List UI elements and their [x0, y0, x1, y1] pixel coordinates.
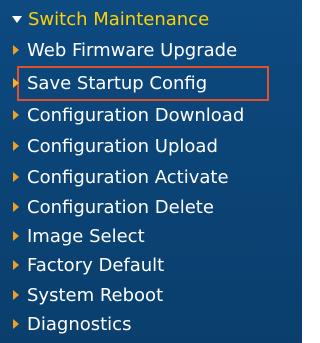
caret-right-icon — [13, 319, 19, 329]
menu-item-save-startup-config[interactable]: Save Startup Config — [13, 69, 207, 97]
menu-item-system-reboot[interactable]: System Reboot — [13, 281, 163, 309]
caret-right-icon — [13, 260, 19, 270]
menu-item-factory-default[interactable]: Factory Default — [13, 251, 164, 279]
menu-item-configuration-download[interactable]: Configuration Download — [13, 101, 244, 129]
caret-right-icon — [13, 231, 19, 241]
menu-item-configuration-upload[interactable]: Configuration Upload — [13, 132, 218, 160]
menu-item-label: Factory Default — [27, 254, 165, 276]
menu-item-label: Save Startup Config — [27, 72, 208, 94]
menu-item-label: Configuration Activate — [27, 166, 229, 188]
menu-item-configuration-activate[interactable]: Configuration Activate — [13, 163, 229, 191]
caret-right-icon — [13, 141, 19, 151]
caret-right-icon — [13, 172, 19, 182]
caret-right-icon — [13, 78, 19, 88]
caret-right-icon — [13, 110, 19, 120]
menu-item-label: Web Firmware Upgrade — [27, 39, 238, 61]
caret-right-icon — [13, 290, 19, 300]
menu-item-label: Image Select — [27, 225, 145, 247]
menu-item-label: Diagnostics — [27, 313, 132, 335]
caret-right-icon — [13, 45, 19, 55]
menu-item-label: System Reboot — [27, 284, 164, 306]
caret-right-icon — [13, 202, 19, 212]
section-header-switch-maintenance[interactable]: Switch Maintenance — [12, 6, 209, 32]
menu-item-configuration-delete[interactable]: Configuration Delete — [13, 193, 214, 221]
menu-item-web-firmware-upgrade[interactable]: Web Firmware Upgrade — [13, 36, 237, 64]
menu-item-label: Configuration Delete — [27, 196, 214, 218]
section-title: Switch Maintenance — [28, 8, 210, 30]
menu-item-diagnostics[interactable]: Diagnostics — [13, 310, 131, 338]
caret-down-icon — [12, 15, 22, 23]
switch-maintenance-menu: Switch Maintenance Web Firmware Upgrade … — [0, 0, 302, 343]
menu-item-image-select[interactable]: Image Select — [13, 222, 145, 250]
menu-item-label: Configuration Upload — [27, 135, 218, 157]
menu-item-label: Configuration Download — [27, 104, 245, 126]
